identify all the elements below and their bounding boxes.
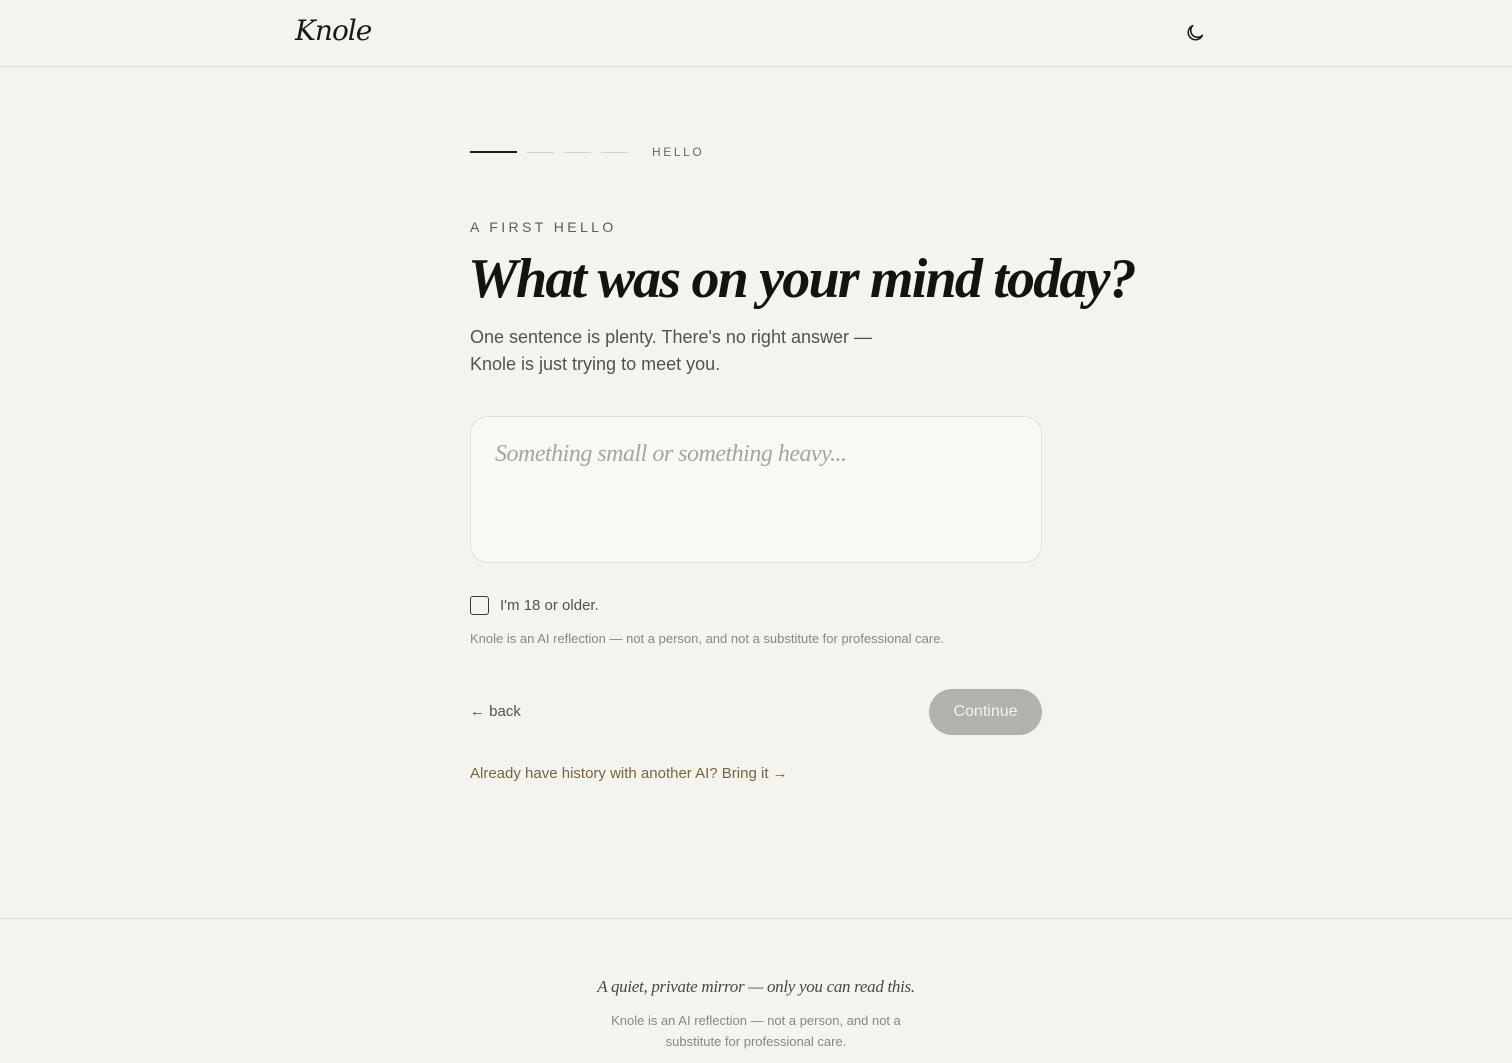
progress-step-1 bbox=[470, 151, 517, 153]
import-history-link[interactable]: Already have history with another AI? Br… bbox=[470, 765, 788, 782]
age-confirmation[interactable]: I'm 18 or older. bbox=[470, 595, 599, 615]
back-link[interactable]: ← back bbox=[470, 703, 521, 720]
page-subtitle: One sentence is plenty. There's no right… bbox=[470, 327, 872, 374]
theme-toggle-button[interactable] bbox=[1181, 19, 1209, 47]
progress-step-2 bbox=[527, 151, 554, 153]
progress-step-3 bbox=[564, 151, 591, 153]
eyebrow-label: A FIRST HELLO bbox=[470, 219, 617, 235]
moon-icon bbox=[1187, 24, 1204, 41]
entry-box bbox=[470, 416, 1042, 563]
top-bar: Knole bbox=[0, 0, 1512, 67]
progress-step-4 bbox=[601, 151, 628, 153]
progress-step-label: HELLO bbox=[652, 145, 705, 159]
page-title: What was on your mind today? bbox=[468, 248, 1137, 310]
progress-indicator: HELLO bbox=[470, 144, 704, 160]
footer: A quiet, private mirror — only you can r… bbox=[0, 918, 1512, 1063]
ai-disclaimer: Knole is an AI reflection — not a person… bbox=[470, 631, 945, 646]
footer-tagline: A quiet, private mirror — only you can r… bbox=[597, 977, 915, 996]
logo[interactable]: Knole bbox=[295, 14, 372, 47]
age-checkbox-label: I'm 18 or older. bbox=[500, 596, 599, 614]
footer-disclaimer: Knole is an AI reflection — not a person… bbox=[611, 1013, 901, 1049]
reflection-input[interactable] bbox=[471, 417, 1041, 562]
continue-button[interactable]: Continue bbox=[929, 689, 1042, 735]
age-checkbox[interactable] bbox=[470, 595, 489, 615]
